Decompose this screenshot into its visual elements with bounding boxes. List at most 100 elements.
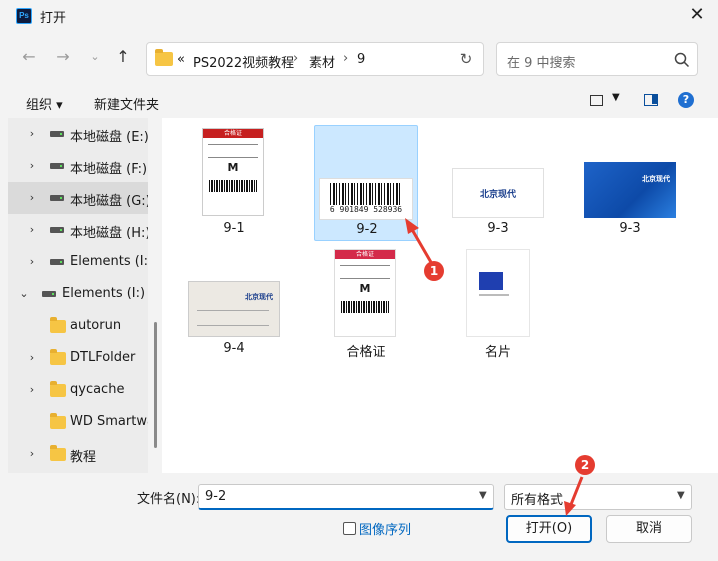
file-item[interactable]: 合格证 M 9-1 [182,125,286,241]
sidebar-item-label: 本地磁盘 (F:) [70,162,148,177]
chevron-right-icon[interactable]: › [26,255,38,268]
barcode-number: 6 901849 528936 [329,205,403,214]
file-item[interactable]: 合格证 M 合格证 [314,245,418,361]
image-sequence-label[interactable]: 图像序列 [359,519,411,538]
sidebar-scrollbar[interactable] [154,322,157,448]
folder-icon [50,349,66,365]
sidebar-item-label: 本地磁盘 (G:) [70,194,148,209]
annotation-marker-1: 1 [424,261,444,281]
filename-value: 9-2 [205,489,227,504]
sidebar-item-drive-g[interactable]: › 本地磁盘 (G:) [8,182,148,214]
file-item[interactable]: 北京现代 9-3 [578,125,682,241]
folder-icon [50,413,66,429]
search-icon [674,52,690,68]
sidebar-item-label: WD Smartwa [70,414,148,429]
hyundai-logo: 北京现代 [245,293,273,301]
sidebar-item-elements-i-expanded[interactable]: ⌄ Elements (I:) [8,278,148,310]
barcode-graphic [341,301,389,313]
file-item[interactable]: 北京现代 9-3 [446,125,550,241]
drive-icon [50,227,64,233]
organize-button[interactable]: 组织 ▾ [26,94,63,113]
file-item-selected[interactable]: 6 901849 528936 9-2 [314,125,418,241]
filename-input[interactable]: 9-2 ▼ [198,484,494,510]
filetype-select[interactable]: 所有格式 ▼ [504,484,692,510]
chevron-down-icon[interactable]: ▼ [677,490,685,501]
file-list: 合格证 M 9-1 6 901849 528936 9-2 北京现代 9-3 北… [162,118,718,473]
chevron-right-icon[interactable]: › [26,447,38,460]
sidebar-item-label: 教程 [70,450,97,465]
breadcrumb-sucai[interactable]: 素材 [309,52,335,71]
drive-icon [42,291,56,297]
drive-icon [50,195,64,201]
up-arrow-icon[interactable]: ↑ [112,46,134,68]
new-folder-button[interactable]: 新建文件夹 [94,94,159,113]
chevron-right-icon[interactable]: › [26,351,38,364]
sidebar-item-label: Elements (I:) [70,254,148,269]
file-item[interactable]: 北京现代 9-4 [182,245,286,361]
file-thumbnail: 6 901849 528936 [319,178,413,220]
folder-icon [155,49,173,66]
sidebar-item-label: qycache [70,382,125,397]
navigation-pane: › 本地磁盘 (E:) › 本地磁盘 (F:) › 本地磁盘 (G:) › 本地… [8,118,148,473]
sidebar-item-label: autorun [70,318,122,333]
preview-pane-icon[interactable] [644,94,658,106]
card-blue-block [479,272,503,290]
folder-icon [50,445,66,461]
search-box[interactable]: 在 9 中搜索 [496,42,698,76]
thumb-size: M [227,161,239,174]
filename-label: 文件名(N): [137,492,201,507]
help-icon[interactable]: ? [678,92,694,108]
file-name: 名片 [484,345,511,360]
back-arrow-icon[interactable]: ← [18,46,40,68]
chevron-down-icon[interactable]: ▼ [479,490,487,501]
open-button[interactable]: 打开(O) [506,515,592,543]
file-thumbnail: 合格证 M [202,128,264,216]
sidebar-item-wd-smartware[interactable]: WD Smartwa [8,406,148,438]
close-icon[interactable]: ✕ [682,2,712,28]
recent-locations-chevron-icon[interactable]: ⌄ [84,46,106,68]
sidebar-item-drive-f[interactable]: › 本地磁盘 (F:) [8,150,148,182]
chevron-down-icon[interactable]: ⌄ [18,287,30,300]
file-thumbnail: 北京现代 [584,162,676,218]
sidebar-item-label: DTLFolder [70,350,136,365]
sidebar-item-dtlfolder[interactable]: › DTLFolder [8,342,148,374]
file-name: 9-3 [619,221,641,236]
barcode-graphic [330,183,402,205]
breadcrumb-9[interactable]: 9 [357,52,365,67]
forward-arrow-icon[interactable]: → [52,46,74,68]
chevron-right-icon[interactable]: › [26,191,38,204]
chevron-right-icon[interactable]: › [343,51,348,66]
barcode-graphic [209,180,257,192]
chevron-right-icon[interactable]: › [26,383,38,396]
drive-icon [50,259,64,265]
cancel-button[interactable]: 取消 [606,515,692,543]
sidebar-item-qycache[interactable]: › qycache [8,374,148,406]
chevron-right-icon[interactable]: › [26,127,38,140]
sidebar-item-autorun[interactable]: autorun [8,310,148,342]
sidebar-item-drive-h[interactable]: › 本地磁盘 (H:) [8,214,148,246]
file-thumbnail: 合格证 M [334,249,396,337]
breadcrumb-ps2022[interactable]: PS2022视频教程 [193,52,294,71]
sidebar-item-label: Elements (I:) [62,286,146,301]
view-mode-icon[interactable] [590,95,603,106]
thumb-header: 合格证 [335,250,395,259]
file-item[interactable]: 名片 [446,245,550,361]
thumb-header: 合格证 [203,129,263,138]
annotation-marker-2: 2 [575,455,595,475]
chevron-right-icon[interactable]: › [26,159,38,172]
sidebar-item-elements-i[interactable]: › Elements (I:) [8,246,148,278]
address-bar[interactable]: « PS2022视频教程 › 素材 › 9 ↻ [146,42,484,76]
chevron-right-icon[interactable]: › [26,223,38,236]
breadcrumb-overflow[interactable]: « [177,52,185,67]
title-bar: Ps 打开 ✕ [0,0,718,32]
drive-icon [50,131,64,137]
chevron-right-icon[interactable]: › [293,51,298,66]
window-title: 打开 [40,11,67,26]
sidebar-item-jiaocheng[interactable]: › 教程 [8,438,148,470]
search-placeholder: 在 9 中搜索 [507,56,576,71]
sidebar-item-drive-e[interactable]: › 本地磁盘 (E:) [8,118,148,150]
refresh-icon[interactable]: ↻ [456,49,476,69]
thumb-lines [208,144,258,158]
view-dropdown-icon[interactable]: ▼ [612,92,620,103]
image-sequence-checkbox[interactable] [343,522,356,535]
